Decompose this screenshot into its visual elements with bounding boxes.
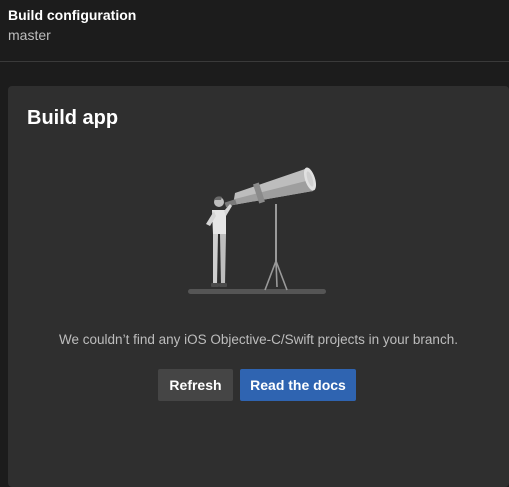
telescope-illustration [188,167,326,294]
branch-name: master [8,27,51,43]
header-bar: Build configuration master [0,0,509,62]
page-title: Build configuration [8,7,137,23]
build-app-panel: Build app We couldn’t find any iOS Objec… [8,86,509,487]
panel-title: Build app [27,107,119,129]
read-docs-button[interactable]: Read the docs [240,369,356,401]
refresh-button[interactable]: Refresh [158,369,233,401]
empty-state-message: We couldn’t find any iOS Objective-C/Swi… [59,332,458,347]
